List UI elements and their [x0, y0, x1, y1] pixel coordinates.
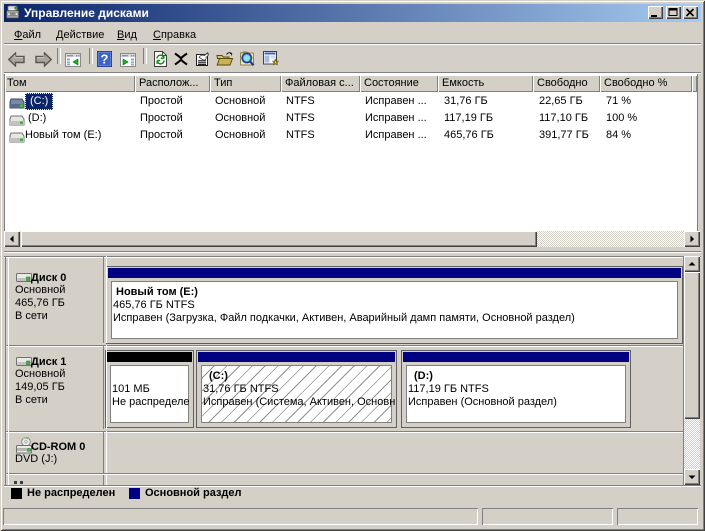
svg-text:?: ?	[101, 52, 109, 67]
